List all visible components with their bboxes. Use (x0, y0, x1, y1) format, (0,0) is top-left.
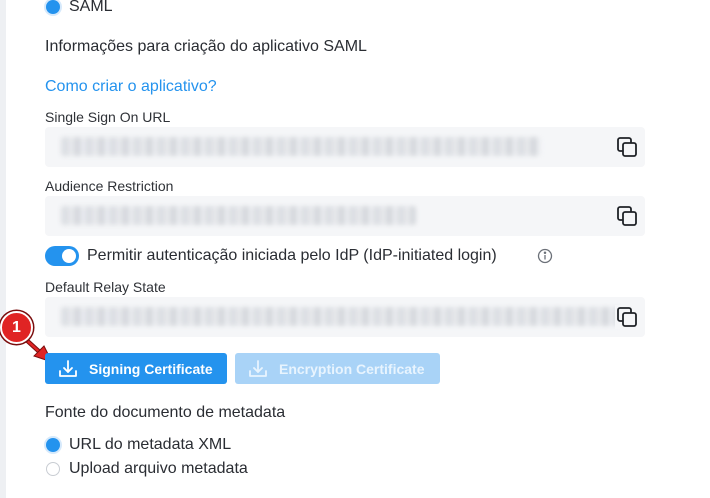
relay-state-label: Default Relay State (45, 279, 166, 295)
saml-info-title: Informações para criação do aplicativo S… (45, 38, 367, 55)
copy-icon[interactable] (615, 135, 639, 159)
step-callout-badge: 1 (0, 311, 33, 344)
audience-field[interactable] (45, 196, 645, 236)
sso-url-label: Single Sign On URL (45, 109, 171, 125)
saml-radio-label: SAML (69, 0, 113, 15)
metadata-source-title: Fonte do documento de metadata (45, 404, 286, 421)
sso-url-field[interactable] (45, 127, 645, 167)
help-link[interactable]: Como criar o aplicativo? (45, 78, 217, 96)
encryption-certificate-label: Encryption Certificate (279, 360, 425, 377)
relay-state-field[interactable] (45, 297, 645, 337)
copy-icon[interactable] (615, 305, 639, 329)
saml-radio[interactable] (46, 0, 60, 14)
download-icon (59, 359, 77, 377)
encryption-certificate-button[interactable]: Encryption Certificate (235, 353, 440, 384)
copy-icon[interactable] (615, 204, 639, 228)
redacted-value (61, 307, 621, 326)
signing-certificate-button[interactable]: Signing Certificate (45, 353, 227, 384)
redacted-value (61, 137, 541, 156)
toggle-knob (62, 249, 76, 263)
left-edge-bar (0, 0, 6, 498)
metadata-upload-label: Upload arquivo metadata (69, 460, 248, 477)
metadata-url-radio[interactable] (46, 438, 60, 452)
metadata-upload-radio[interactable] (46, 462, 60, 476)
info-icon[interactable] (537, 248, 553, 264)
redacted-value (61, 206, 416, 225)
idp-toggle-label: Permitir autenticação iniciada pelo IdP … (87, 247, 497, 264)
signing-certificate-label: Signing Certificate (89, 360, 213, 377)
audience-label: Audience Restriction (45, 178, 174, 194)
metadata-url-label: URL do metadata XML (69, 436, 232, 453)
download-icon (249, 359, 267, 377)
idp-initiated-toggle[interactable] (45, 246, 79, 266)
